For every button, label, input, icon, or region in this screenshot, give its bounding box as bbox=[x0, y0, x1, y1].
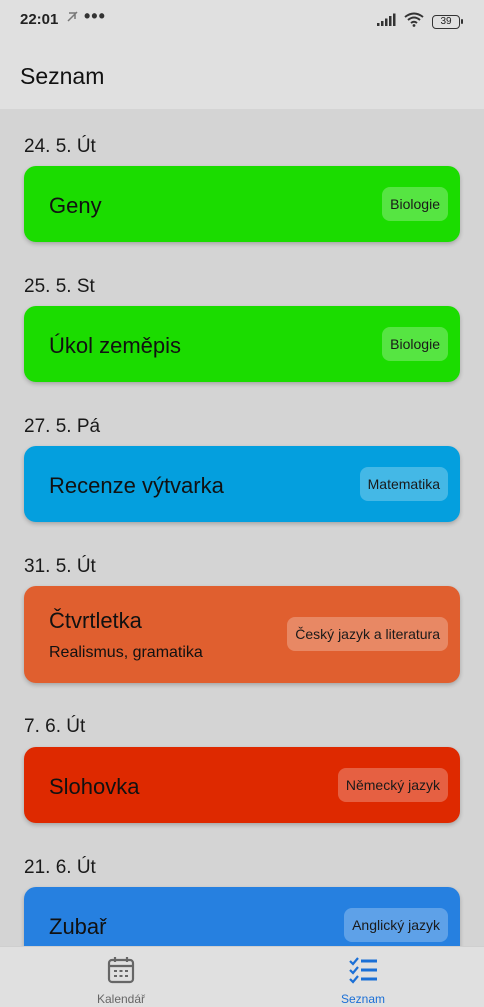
date-header: 25. 5. St bbox=[24, 276, 95, 297]
battery-icon: 39 bbox=[432, 15, 463, 29]
entry-list[interactable]: 24. 5. Út Geny Biologie 25. 5. St Úkol z… bbox=[0, 109, 484, 946]
entry-card[interactable]: Úkol zeměpis Biologie bbox=[24, 306, 460, 382]
bottom-navigation: Kalendář Seznam bbox=[0, 946, 484, 1007]
wifi-icon bbox=[404, 12, 424, 32]
status-bar: 22:01 ••• 39 bbox=[0, 0, 484, 44]
entry-card[interactable]: Čtvrtletka Realismus, gramatika Český ja… bbox=[24, 586, 460, 683]
entry-title: Slohovka bbox=[49, 774, 140, 799]
subject-chip: Matematika bbox=[359, 467, 448, 501]
signal-icon bbox=[376, 13, 396, 32]
notification-icon bbox=[66, 10, 79, 26]
entry-card[interactable]: Geny Biologie bbox=[24, 166, 460, 242]
date-header: 27. 5. Pá bbox=[24, 416, 101, 437]
entry-title: Čtvrtletka bbox=[49, 608, 142, 633]
list-checks-icon bbox=[348, 955, 378, 985]
entry-card[interactable]: Recenze výtvarka Matematika bbox=[24, 446, 460, 522]
nav-label: Kalendář bbox=[96, 992, 146, 1006]
entry-title: Úkol zeměpis bbox=[49, 333, 182, 358]
entry-card[interactable]: Zubař Anglický jazyk bbox=[24, 887, 460, 946]
entry-subtitle: Realismus, gramatika bbox=[49, 644, 203, 661]
nav-item-seznam[interactable]: Seznam bbox=[242, 947, 484, 1007]
entry-title: Recenze výtvarka bbox=[49, 473, 224, 498]
date-header: 24. 5. Út bbox=[24, 136, 96, 157]
subject-chip: Biologie bbox=[382, 187, 448, 221]
entry-title: Zubař bbox=[49, 914, 107, 939]
nav-item-kalendar[interactable]: Kalendář bbox=[0, 947, 242, 1007]
app-bar: Seznam bbox=[0, 44, 484, 109]
subject-chip: Biologie bbox=[382, 327, 448, 361]
entry-title: Geny bbox=[49, 193, 102, 218]
more-notifications-dots: ••• bbox=[84, 6, 106, 26]
status-icons: 39 bbox=[376, 12, 463, 32]
subject-chip: Anglický jazyk bbox=[344, 908, 448, 942]
subject-chip: Německý jazyk bbox=[337, 768, 448, 802]
status-time: 22:01 bbox=[20, 11, 59, 28]
page-title: Seznam bbox=[20, 63, 105, 89]
calendar-icon bbox=[106, 955, 136, 985]
nav-label: Seznam bbox=[340, 992, 386, 1006]
entry-card[interactable]: Slohovka Německý jazyk bbox=[24, 747, 460, 823]
date-header: 31. 5. Út bbox=[24, 556, 96, 577]
date-header: 21. 6. Út bbox=[24, 857, 96, 878]
date-header: 7. 6. Út bbox=[24, 716, 86, 737]
subject-chip: Český jazyk a literatura bbox=[287, 617, 448, 651]
